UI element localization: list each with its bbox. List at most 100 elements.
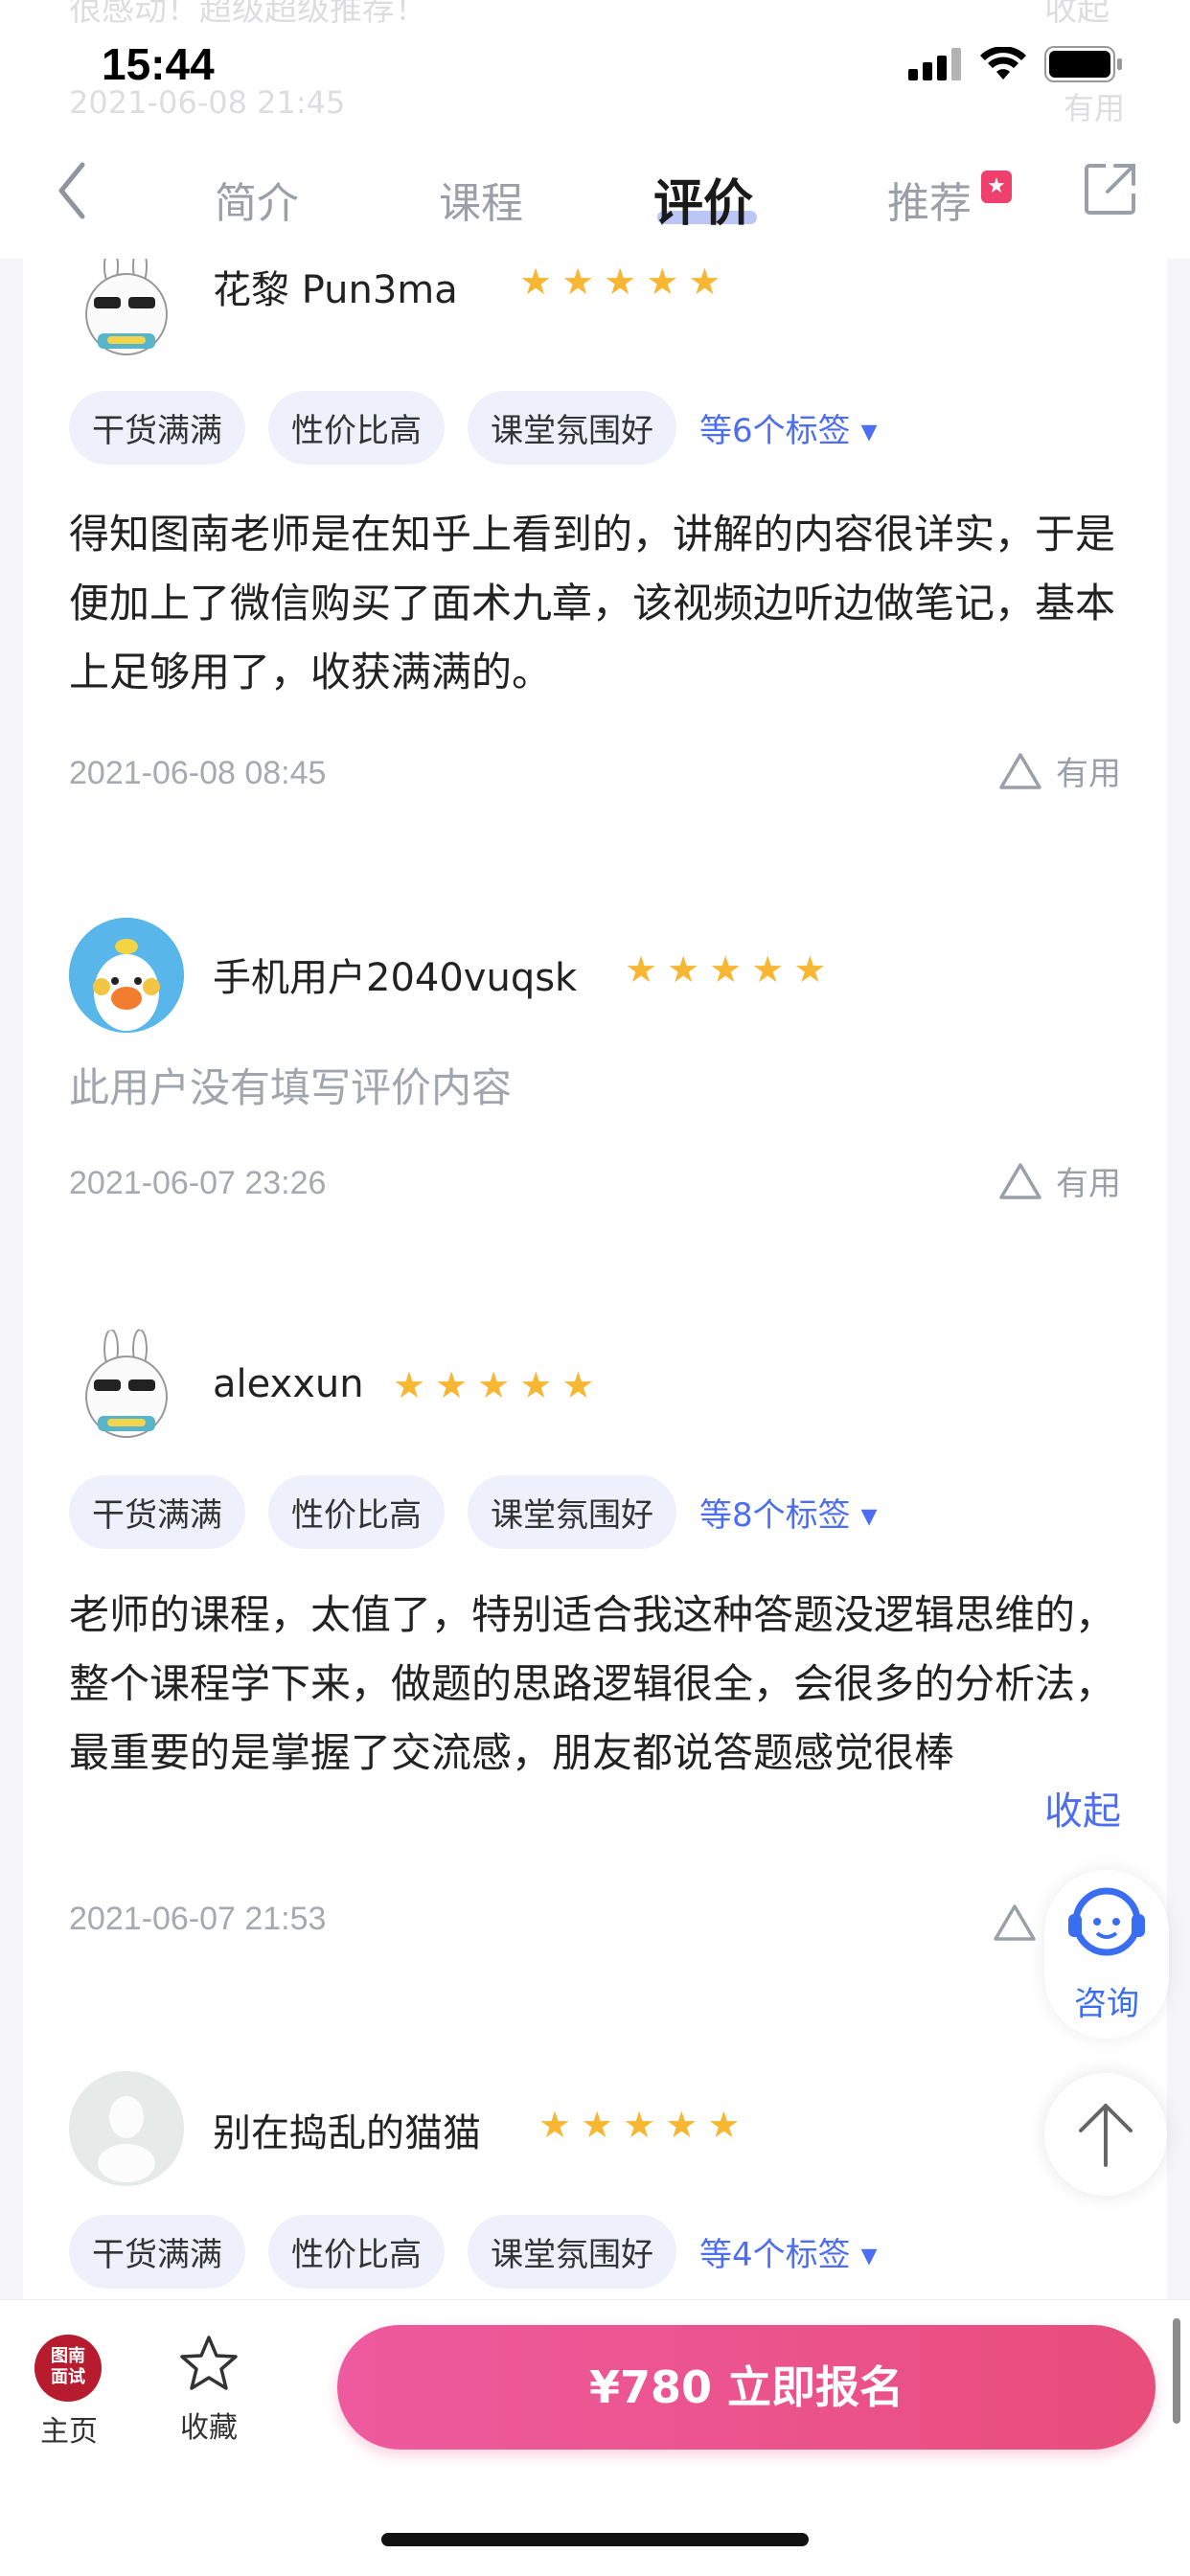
review-username: 手机用户2040vuqsk [213,956,578,1000]
star-icon: ★ [625,948,658,991]
tunan-logo-icon: 图南 面试 [34,2335,102,2402]
caret-down-icon: ▾ [860,1496,878,1535]
more-tags-link[interactable]: 等8个标签 ▾ [699,1489,878,1536]
triangle-icon [999,752,1041,789]
useful-label: 有用 [1056,755,1121,793]
tab-intro[interactable]: 简介 [215,169,299,230]
avatar[interactable] [69,259,184,360]
useful-button[interactable]: 有用 [998,747,1121,794]
star-icon: ★ [538,2104,572,2146]
reviews-list: 花黎 Pun3ma ★ ★ ★ ★ ★ 干货满满 性价比高 课堂氛围好 等6个标… [23,259,1167,2299]
back-icon[interactable] [50,157,98,224]
review-tag: 干货满满 [69,2215,245,2289]
star-icon: ★ [646,261,679,303]
star-icon: ★ [477,1364,511,1406]
rating-stars: ★ ★ ★ ★ ★ [538,2104,740,2146]
review-tag: 干货满满 [69,1475,245,1549]
star-outline-icon [180,2336,238,2390]
recommend-badge-icon: ★ [981,171,1012,203]
star-icon: ★ [688,261,721,303]
more-tags-label: 等6个标签 [699,412,851,450]
star-icon: ★ [707,2104,741,2146]
tab-reviews[interactable]: 评价 [653,163,753,235]
review-content: 老师的课程，太值了，特别适合我这种答题没逻辑思维的，整个课程学下来，做题的思路逻… [69,1591,1116,1776]
status-bar: 15:44 [0,0,1190,134]
default-avatar-icon [69,2071,184,2186]
caret-down-icon: ▾ [860,2236,878,2274]
review-tag: 干货满满 [69,391,245,465]
top-nav: 简介 课程 评价 推荐 ★ [0,134,1190,259]
review-tag: 课堂氛围好 [468,391,676,465]
rabbit-avatar-icon [85,259,168,355]
back-to-top-button[interactable] [1044,2073,1167,2196]
review-date: 2021-06-08 08:45 [69,755,327,791]
star-icon: ★ [665,2104,698,2146]
page-gutter-left [0,259,23,2299]
collapse-link[interactable]: 收起 [1044,1780,1121,1835]
tab-course[interactable]: 课程 [439,169,523,230]
consult-label: 咨询 [1074,1985,1139,2023]
review-username: 花黎 Pun3ma [213,268,458,312]
battery-icon [1044,46,1122,82]
useful-label: 有用 [1056,1165,1121,1203]
arrow-up-icon [1079,2104,1133,2167]
star-icon: ★ [751,948,785,991]
enroll-button[interactable]: ¥780 立即报名 [337,2325,1156,2450]
home-label: 主页 [40,2415,98,2449]
more-tags-label: 等8个标签 [699,1496,851,1535]
status-icons [908,46,1123,82]
review-tags: 干货满满 性价比高 课堂氛围好 等6个标签 ▾ [69,391,878,465]
star-icon: ★ [561,261,595,303]
headset-icon [1068,1887,1145,1956]
star-icon: ★ [604,261,637,303]
star-icon: ★ [519,261,553,303]
caret-down-icon: ▾ [860,412,878,450]
duck-avatar-icon [69,918,184,1033]
rating-stars: ★ ★ ★ ★ ★ [393,1364,594,1406]
review-content-empty: 此用户没有填写评价内容 [69,1064,513,1111]
star-icon: ★ [435,1364,469,1406]
share-icon[interactable] [1083,161,1138,217]
review-tag: 性价比高 [268,1475,445,1549]
star-icon: ★ [623,2104,656,2146]
review-tag: 性价比高 [268,2215,445,2289]
signal-icon [908,48,961,80]
star-icon: ★ [667,948,700,991]
review-tags: 干货满满 性价比高 课堂氛围好 等8个标签 ▾ [69,1475,878,1549]
star-icon: ★ [709,948,743,991]
home-button[interactable]: 图南 面试 主页 [34,2335,103,2450]
review-tag: 性价比高 [268,391,445,465]
star-icon: ★ [561,1364,595,1406]
triangle-icon[interactable] [993,1903,1037,1943]
star-icon: ★ [519,1364,553,1406]
review-date: 2021-06-07 21:53 [69,1901,327,1937]
favorite-button[interactable]: 收藏 [171,2333,247,2446]
more-tags-link[interactable]: 等4个标签 ▾ [699,2228,878,2275]
more-tags-label: 等4个标签 [699,2236,851,2274]
star-icon: ★ [393,1364,426,1406]
scrollbar[interactable] [1173,2318,1180,2424]
review-tags: 干货满满 性价比高 课堂氛围好 等4个标签 ▾ [69,2215,878,2289]
consult-button[interactable]: 咨询 [1044,1870,1169,2039]
review-tag: 课堂氛围好 [468,2215,676,2289]
avatar[interactable] [69,2071,184,2186]
avatar[interactable] [69,1328,184,1443]
more-tags-link[interactable]: 等6个标签 ▾ [699,404,878,451]
status-time: 15:44 [102,39,215,89]
favorite-label: 收藏 [180,2411,238,2445]
tab-recommend[interactable]: 推荐 [887,169,972,230]
wifi-icon [980,47,1026,80]
page-gutter-right [1167,259,1190,2299]
star-icon: ★ [581,2104,614,2146]
review-username: alexxun [213,1362,364,1406]
triangle-icon [999,1162,1041,1199]
rabbit-avatar-icon [85,1329,168,1438]
review-content: 得知图南老师是在知乎上看到的，讲解的内容很详实，于是便加上了微信购买了面术九章，… [69,511,1116,695]
review-tag: 课堂氛围好 [468,1475,676,1549]
useful-button[interactable]: 有用 [998,1157,1121,1204]
review-date: 2021-06-07 23:26 [69,1165,327,1201]
review-username: 别在捣乱的猫猫 [213,2111,481,2155]
avatar[interactable] [69,918,184,1033]
rating-stars: ★ ★ ★ ★ ★ [519,261,721,303]
home-indicator [381,2533,809,2546]
